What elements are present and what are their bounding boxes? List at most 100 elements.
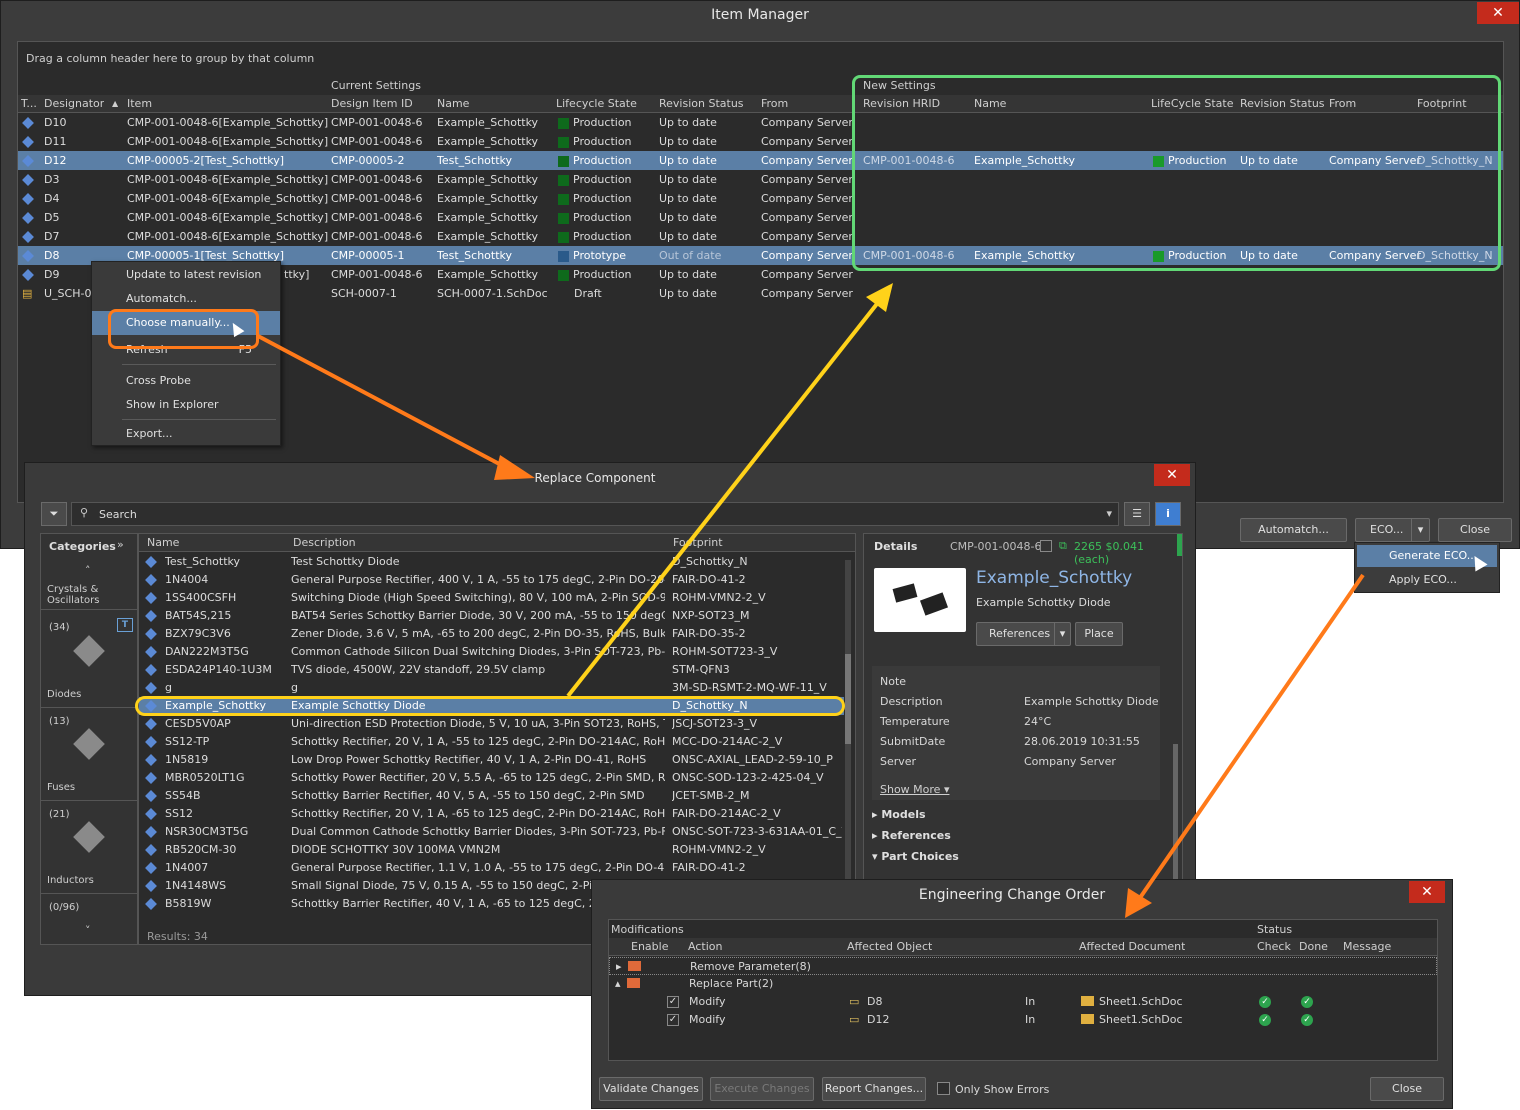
eco-close-icon[interactable]: ✕ [1409, 881, 1445, 903]
col-lifecycle[interactable]: Lifecycle State [556, 95, 637, 113]
component-description: g [291, 681, 298, 694]
component-name: ESDA24P140-1U3M [165, 663, 272, 676]
diode-package-icon [919, 592, 949, 616]
col-design-item-id[interactable]: Design Item ID [331, 95, 413, 113]
component-name: 1N4004 [165, 573, 209, 586]
close-button[interactable]: Close [1438, 518, 1512, 542]
category-diodes[interactable]: Diodes [47, 689, 137, 700]
component-icon [145, 769, 157, 787]
expand-icon[interactable]: ▸ [616, 960, 622, 973]
list-scrollbar-thumb[interactable] [845, 654, 851, 744]
properties-box: Note Description Example Schottky Diode … [872, 666, 1160, 800]
show-more-link[interactable]: Show More ▾ [880, 783, 949, 796]
info-icon[interactable]: i [1155, 502, 1181, 526]
col-affected-document[interactable]: Affected Document [1079, 938, 1185, 956]
automatch-button[interactable]: Automatch... [1240, 518, 1347, 542]
design-item-id: SCH-0007-1 [331, 287, 397, 300]
list-item[interactable]: ESDA24P140-1U3M TVS diode, 4500W, 22V sta… [139, 661, 844, 679]
section-models[interactable]: ▸ Models [872, 808, 926, 821]
list-item[interactable]: SS54B Schottky Barrier Rectifier, 40 V, 5… [139, 787, 844, 805]
list-item[interactable]: 1N4004 General Purpose Rectifier, 400 V, … [139, 571, 844, 589]
list-item[interactable]: SS12 Schottky Rectifier, 20 V, 1 A, -65 t… [139, 805, 844, 823]
component-description: Test Schottky Diode [291, 555, 400, 568]
scroll-down-icon[interactable]: ˅ [85, 924, 91, 937]
category-crystals[interactable]: Crystals & Oscillators [47, 584, 111, 606]
list-item[interactable]: CESD5V0AP Uni-direction ESD Protection Di… [139, 715, 844, 733]
col-from[interactable]: From [761, 95, 788, 113]
menu-automatch[interactable]: Automatch... [92, 287, 280, 311]
list-item[interactable]: RB520CM-30 DIODE SCHOTTKY 30V 100MA VMN2M… [139, 841, 844, 859]
category-inductors[interactable]: Inductors [47, 875, 137, 886]
category-fuses[interactable]: Fuses [47, 782, 137, 793]
list-item[interactable]: 1N4007 General Purpose Rectifier, 1.1 V, … [139, 859, 844, 877]
list-item[interactable]: BZX79C3V6 Zener Diode, 3.6 V, 5 mA, -65 t… [139, 625, 844, 643]
menu-cross-probe[interactable]: Cross Probe [92, 369, 280, 393]
group-row[interactable]: ▸ Remove Parameter(8) [609, 957, 1437, 975]
list-item[interactable]: DAN222M3T5G Common Cathode Silicon Dual S… [139, 643, 844, 661]
col-revision[interactable]: Revision Status [659, 95, 744, 113]
list-item[interactable]: BAT54S,215 BAT54 Series Schottky Barrier … [139, 607, 844, 625]
enable-checkbox[interactable]: ✓ [667, 1014, 679, 1026]
scroll-up-icon[interactable]: ˄ [85, 564, 91, 577]
eco-button[interactable]: ECO... ▾ [1355, 518, 1430, 542]
section-references[interactable]: ▸ References [872, 829, 951, 842]
col-name[interactable]: Name [437, 95, 469, 113]
place-button[interactable]: Place [1075, 622, 1123, 646]
menu-icon[interactable]: ☰ [1124, 502, 1150, 526]
list-item[interactable]: Test_Schottky Test Schottky Diode D_Schott… [139, 553, 844, 571]
only-show-errors-checkbox[interactable] [937, 1082, 950, 1095]
component-description: Schottky Rectifier, 20 V, 1 A, -65 to 12… [291, 807, 665, 820]
collapse-icon[interactable]: ▴ [615, 977, 621, 990]
section-part-choices[interactable]: ▾ Part Choices [872, 850, 959, 863]
menu-export[interactable]: Export... [92, 422, 280, 446]
menu-update-latest[interactable]: Update to latest revision [92, 263, 280, 287]
apply-eco-item[interactable]: Apply ECO... [1357, 569, 1497, 591]
replace-close-icon[interactable]: ✕ [1154, 464, 1190, 486]
list-item[interactable]: 1SS400CSFH Switching Diode (High Speed Sw… [139, 589, 844, 607]
col-action[interactable]: Action [688, 938, 722, 956]
execute-changes-button[interactable]: Execute Changes [710, 1077, 814, 1101]
list-item[interactable]: g g 3M-SD-RSMT-2-MQ-WF-11_V [139, 679, 844, 697]
details-stock: 2265 $0.041 (each) [1074, 540, 1144, 566]
list-item[interactable]: 1N5819 Low Drop Power Schottky Rectifier,… [139, 751, 844, 769]
component-name: 1N4148WS [165, 879, 227, 892]
col-name[interactable]: Name [147, 534, 179, 552]
component-icon [22, 246, 34, 265]
eco-row[interactable]: ✓ Modify ▭ D8 In Sheet1.SchDoc ✓ ✓ [609, 993, 1437, 1011]
col-footprint[interactable]: Footprint [673, 534, 723, 552]
list-item[interactable]: NSR30CM3T5G Dual Common Cathode Schottky … [139, 823, 844, 841]
col-designator[interactable]: Designator [44, 95, 104, 113]
col-enable[interactable]: Enable [631, 938, 668, 956]
enable-checkbox[interactable]: ✓ [667, 996, 679, 1008]
from: Company Server [761, 116, 853, 129]
eco-close-button[interactable]: Close [1370, 1077, 1444, 1101]
list-item[interactable]: SS12-TP Schottky Rectifier, 20 V, 1 A, -5… [139, 733, 844, 751]
menu-show-in-explorer[interactable]: Show in Explorer [92, 393, 280, 417]
group-row[interactable]: ▴ Replace Part(2) [609, 975, 1437, 993]
chevron-down-icon[interactable]: ▾ [1106, 507, 1112, 520]
col-item[interactable]: Item [127, 95, 152, 113]
col-description[interactable]: Description [293, 534, 356, 552]
component-icon [145, 589, 157, 607]
text-filter-icon[interactable]: T [117, 618, 133, 632]
col-affected-object[interactable]: Affected Object [847, 938, 932, 956]
details-tab[interactable]: Details [874, 540, 917, 553]
col-check[interactable]: Check [1257, 938, 1291, 956]
search-input[interactable]: ⚲ Search ▾ [71, 502, 1119, 526]
stock-icon: ⧉ [1059, 539, 1067, 552]
validate-changes-button[interactable]: Validate Changes [599, 1077, 703, 1101]
compare-checkbox[interactable] [1040, 540, 1052, 552]
collapse-icon[interactable]: » [117, 538, 124, 551]
col-message[interactable]: Message [1343, 938, 1391, 956]
list-item[interactable]: MBR0520LT1G Schottky Power Rectifier, 20 … [139, 769, 844, 787]
eco-row[interactable]: ✓ Modify ▭ D12 In Sheet1.SchDoc ✓ ✓ [609, 1011, 1437, 1029]
item-manager-close-icon[interactable]: ✕ [1477, 2, 1519, 24]
category-divider [41, 609, 137, 610]
group-hint: Drag a column header here to group by th… [26, 52, 315, 65]
references-button[interactable]: References ▾ [976, 622, 1071, 646]
col-done[interactable]: Done [1299, 938, 1328, 956]
report-changes-button[interactable]: Report Changes... [822, 1077, 926, 1101]
filter-button[interactable]: ⏷ [41, 502, 67, 526]
category-divider [41, 707, 137, 708]
col-t[interactable]: T... [21, 95, 37, 113]
